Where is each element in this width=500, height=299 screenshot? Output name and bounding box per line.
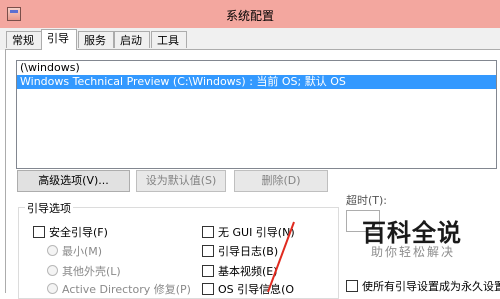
os-boot-info-checkbox[interactable]: OS 引导信息(O <box>202 281 294 297</box>
minimal-label: 最小(M) <box>62 245 103 258</box>
boot-log-checkbox[interactable]: 引导日志(B) <box>202 243 278 259</box>
tab-general[interactable]: 常规 <box>6 31 42 48</box>
window-title: 系统配置 <box>225 9 274 23</box>
safe-boot-label: 安全引导(F) <box>49 226 108 239</box>
minimal-radio[interactable]: 最小(M) <box>47 243 102 259</box>
title-bar: 系统配置 <box>0 0 500 28</box>
delete-button[interactable]: 删除(D) <box>234 170 328 192</box>
os-list-item-selected[interactable]: Windows Technical Preview (C:\Windows) :… <box>17 75 496 89</box>
base-video-checkbox[interactable]: 基本视频(E) <box>202 263 278 279</box>
advanced-options-button[interactable]: 高级选项(V)... <box>17 170 130 192</box>
safe-boot-checkbox[interactable]: 安全引导(F) <box>33 224 108 240</box>
alternate-shell-label: 其他外壳(L) <box>62 265 121 278</box>
alternate-shell-radio[interactable]: 其他外壳(L) <box>47 263 121 279</box>
base-video-label: 基本视频(E) <box>218 265 278 278</box>
ad-repair-radio[interactable]: Active Directory 修复(P) <box>47 281 191 297</box>
checkbox-icon <box>202 265 214 277</box>
boot-log-label: 引导日志(B) <box>218 245 279 258</box>
make-permanent-label: 使所有引导设置成为永久设置 <box>362 280 500 293</box>
tab-startup[interactable]: 启动 <box>114 31 150 48</box>
checkbox-icon <box>202 283 214 295</box>
radio-icon <box>47 283 58 294</box>
os-boot-info-label: OS 引导信息(O <box>218 283 295 296</box>
checkbox-icon <box>346 280 358 292</box>
radio-icon <box>47 245 58 256</box>
set-default-button[interactable]: 设为默认值(S) <box>136 170 226 192</box>
no-gui-boot-label: 无 GUI 引导(N) <box>218 226 295 239</box>
ad-repair-label: Active Directory 修复(P) <box>62 283 191 296</box>
timeout-label: 超时(T): <box>346 194 388 207</box>
tab-services[interactable]: 服务 <box>78 31 114 48</box>
checkbox-icon <box>202 245 214 257</box>
checkbox-icon <box>33 226 45 238</box>
watermark-subtitle: 助你轻松解决 <box>371 245 456 259</box>
no-gui-boot-checkbox[interactable]: 无 GUI 引导(N) <box>202 224 295 240</box>
radio-icon <box>47 265 58 276</box>
os-list-item[interactable]: (\windows) <box>17 61 496 75</box>
tab-tools[interactable]: 工具 <box>151 31 187 48</box>
tab-strip: 常规 引导 服务 启动 工具 <box>0 28 500 50</box>
checkbox-icon <box>202 226 214 238</box>
boot-options-title: 引导选项 <box>25 200 73 216</box>
tab-boot[interactable]: 引导 <box>41 29 77 50</box>
os-list[interactable]: (\windows) Windows Technical Preview (C:… <box>16 60 497 169</box>
